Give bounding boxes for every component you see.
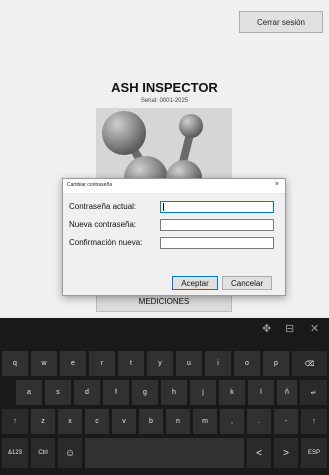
text-caret (163, 203, 164, 211)
confirm-password-field[interactable] (160, 237, 274, 249)
key-h[interactable]: h (161, 380, 187, 405)
ctrl-key[interactable]: Ctrl (31, 438, 55, 468)
logout-button[interactable]: Cerrar sesión (239, 11, 323, 33)
key-u[interactable]: u (176, 351, 202, 376)
enter-key[interactable]: ↵ (300, 380, 327, 405)
symbols-key[interactable]: &123 (2, 438, 28, 468)
key-s[interactable]: s (45, 380, 71, 405)
serial-number: Serial: 0001-2025 (140, 98, 189, 104)
molecule-logo (96, 108, 232, 183)
new-password-label: Nueva contraseña: (69, 220, 137, 229)
dialog-titlebar: Cambiar contraseña × (63, 179, 285, 194)
new-password-field[interactable] (160, 219, 274, 231)
key-k[interactable]: k (219, 380, 245, 405)
key-hyphen[interactable]: - (274, 409, 298, 434)
key-comma[interactable]: , (220, 409, 244, 434)
move-keyboard-icon[interactable]: ✥ (262, 322, 271, 335)
current-password-field[interactable] (160, 201, 274, 213)
key-e[interactable]: e (60, 351, 86, 376)
key-x[interactable]: x (58, 409, 82, 434)
key-j[interactable]: j (190, 380, 216, 405)
close-keyboard-icon[interactable]: ✕ (310, 322, 319, 335)
arrow-left-key[interactable]: < (247, 438, 271, 468)
key-a[interactable]: a (16, 380, 42, 405)
shift-right-key[interactable]: ↑ (301, 409, 327, 434)
key-g[interactable]: g (132, 380, 158, 405)
key-period[interactable]: . (247, 409, 271, 434)
close-icon[interactable]: × (275, 181, 279, 188)
accept-button[interactable]: Aceptar (172, 276, 218, 290)
cancel-button[interactable]: Cancelar (222, 276, 272, 290)
arrow-right-key[interactable]: > (274, 438, 298, 468)
current-password-label: Contraseña actual: (69, 202, 137, 211)
key-n[interactable]: n (166, 409, 190, 434)
emoji-icon[interactable]: ☺ (58, 438, 82, 468)
key-p[interactable]: p (263, 351, 289, 376)
touch-keyboard: ✥ ⊟ ✕ q w e r t y u i o p ⌫ a s d f g h … (0, 318, 329, 475)
key-b[interactable]: b (139, 409, 163, 434)
confirm-password-label: Confirmación nueva: (69, 238, 143, 247)
key-c[interactable]: c (85, 409, 109, 434)
key-l[interactable]: l (248, 380, 274, 405)
language-key[interactable]: ESP (301, 438, 327, 468)
backspace-key[interactable]: ⌫ (292, 351, 327, 376)
key-q[interactable]: q (2, 351, 28, 376)
change-password-dialog: Cambiar contraseña × Contraseña actual: … (62, 178, 286, 296)
key-f[interactable]: f (103, 380, 129, 405)
key-v[interactable]: v (112, 409, 136, 434)
space-key[interactable] (85, 438, 244, 468)
key-t[interactable]: t (118, 351, 144, 376)
key-y[interactable]: y (147, 351, 173, 376)
app-title: ASH INSPECTOR (111, 80, 218, 95)
key-o[interactable]: o (234, 351, 260, 376)
key-w[interactable]: w (31, 351, 57, 376)
key-d[interactable]: d (74, 380, 100, 405)
shift-left-key[interactable]: ↑ (2, 409, 28, 434)
key-i[interactable]: i (205, 351, 231, 376)
dock-keyboard-icon[interactable]: ⊟ (285, 322, 294, 335)
key-z[interactable]: z (31, 409, 55, 434)
key-m[interactable]: m (193, 409, 217, 434)
key-enye[interactable]: ñ (277, 380, 297, 405)
main-window: Cerrar sesión ASH INSPECTOR Serial: 0001… (0, 0, 329, 318)
key-r[interactable]: r (89, 351, 115, 376)
dialog-title: Cambiar contraseña (67, 182, 113, 188)
